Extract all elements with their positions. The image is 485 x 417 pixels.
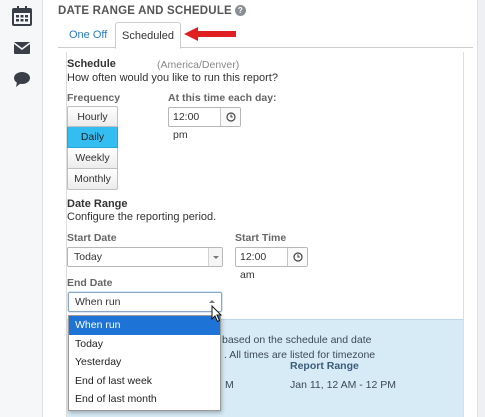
schedule-description: How often would you like to run this rep… [67, 72, 278, 84]
tab-one-off[interactable]: One Off [61, 22, 115, 48]
schedule-panel: DATE RANGE AND SCHEDULE? One Off Schedul… [58, 0, 473, 417]
start-date-value: Today [74, 251, 103, 263]
start-time-field[interactable]: 12:00 am [235, 247, 308, 281]
report-range-value: Jan 11, 12 AM - 12 PM [290, 379, 397, 391]
left-sidebar [0, 0, 43, 417]
frequency-daily-button[interactable]: Daily [67, 127, 118, 148]
schedule-timezone: (America/Denver) [157, 59, 240, 71]
mouse-pointer-icon [211, 305, 223, 323]
frequency-button-group: Hourly Daily Weekly Monthly [67, 106, 118, 190]
calendar-icon[interactable] [11, 5, 33, 27]
daily-time-field[interactable]: 12:00 pm [168, 107, 241, 141]
clock-icon[interactable] [287, 248, 307, 266]
start-time-label: Start Time [235, 232, 287, 244]
scheduled-tab-content: Schedule (America/Denver) How often woul… [66, 52, 464, 417]
scrollbar-track[interactable] [477, 0, 485, 417]
frequency-hourly-button[interactable]: Hourly [67, 106, 118, 127]
frequency-monthly-button[interactable]: Monthly [67, 169, 118, 190]
chat-bubble-icon[interactable] [11, 68, 33, 90]
chevron-up-icon[interactable] [209, 300, 215, 303]
frequency-weekly-button[interactable]: Weekly [67, 148, 118, 169]
end-date-value: When run [75, 296, 121, 308]
annotation-arrow-icon [184, 27, 236, 41]
daily-time-value[interactable]: 12:00 pm [169, 108, 220, 141]
end-date-label: End Date [67, 277, 113, 289]
section-title-text: DATE RANGE AND SCHEDULE [58, 5, 232, 17]
help-icon[interactable]: ? [234, 5, 246, 16]
start-time-value[interactable]: 12:00 am [236, 248, 287, 281]
section-title: DATE RANGE AND SCHEDULE? [58, 5, 246, 17]
date-range-description: Configure the reporting period. [67, 211, 217, 223]
frequency-label: Frequency [67, 92, 121, 104]
end-date-option-when-run[interactable]: When run [69, 316, 220, 335]
start-date-label: Start Date [67, 232, 117, 244]
date-range-heading: Date Range [67, 198, 128, 210]
end-date-option-yesterday[interactable]: Yesterday [69, 353, 220, 372]
start-date-select[interactable]: Today [67, 247, 223, 267]
envelope-icon[interactable] [11, 37, 33, 59]
end-date-option-end-of-last-month[interactable]: End of last month [69, 390, 220, 409]
schedule-heading: Schedule [67, 58, 116, 70]
end-date-option-end-of-last-week[interactable]: End of last week [69, 372, 220, 391]
info-text-line-1: based on the schedule and date [222, 334, 372, 346]
tab-scheduled[interactable]: Scheduled [115, 22, 181, 49]
mode-tabs: One Off Scheduled [58, 22, 473, 49]
end-date-select[interactable]: When run [68, 292, 222, 312]
end-date-dropdown-list: When run Today Yesterday End of last wee… [68, 315, 221, 411]
clock-icon[interactable] [220, 108, 240, 126]
end-date-option-today[interactable]: Today [69, 335, 220, 354]
info-row-partial: M [225, 379, 234, 391]
report-range-header: Report Range [290, 360, 359, 372]
chevron-down-icon[interactable] [208, 248, 222, 266]
time-each-day-label: At this time each day: [168, 92, 277, 104]
